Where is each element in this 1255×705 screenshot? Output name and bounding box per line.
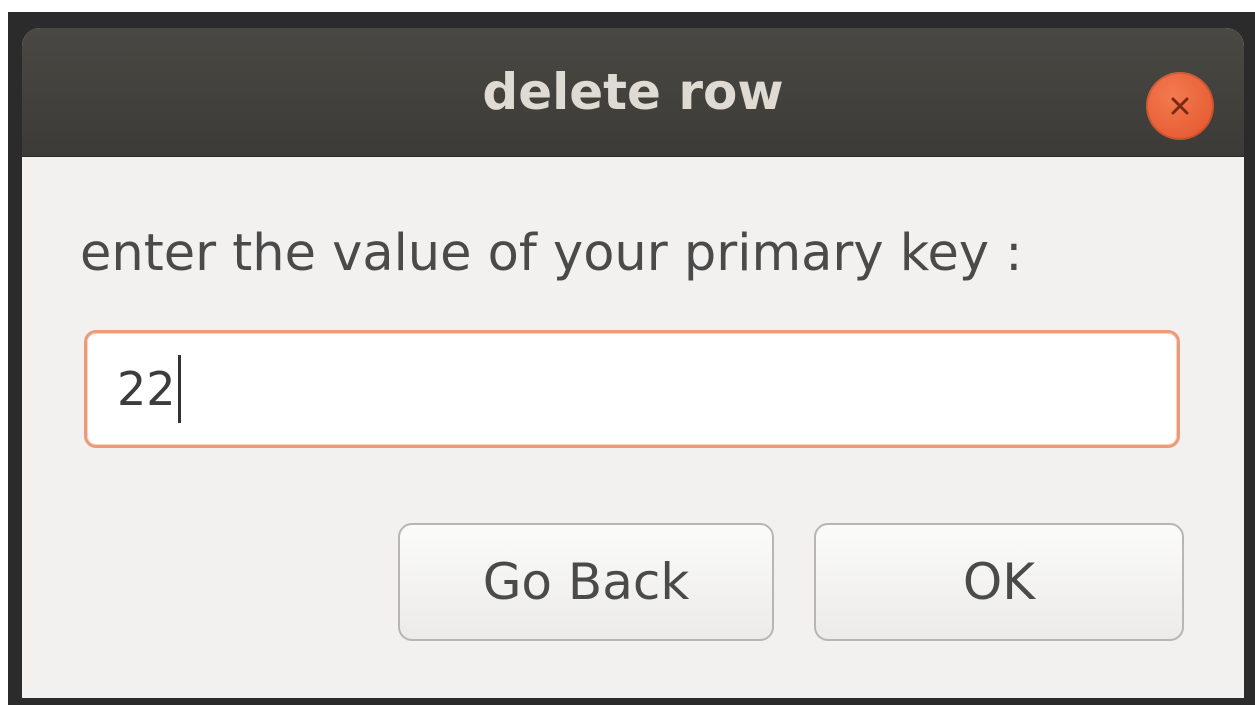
close-button[interactable]: [1146, 72, 1214, 140]
primary-key-value: 22: [117, 362, 176, 416]
dialog-title: delete row: [482, 63, 784, 121]
close-icon: [1167, 93, 1193, 119]
primary-key-input[interactable]: 22: [84, 330, 1180, 448]
go-back-button[interactable]: Go Back: [398, 523, 774, 641]
prompt-label: enter the value of your primary key :: [80, 224, 1023, 283]
delete-row-dialog: delete row enter the value of your prima…: [22, 28, 1244, 698]
text-caret: [177, 355, 181, 423]
ok-button[interactable]: OK: [814, 523, 1184, 641]
screen: delete row enter the value of your prima…: [0, 0, 1255, 705]
